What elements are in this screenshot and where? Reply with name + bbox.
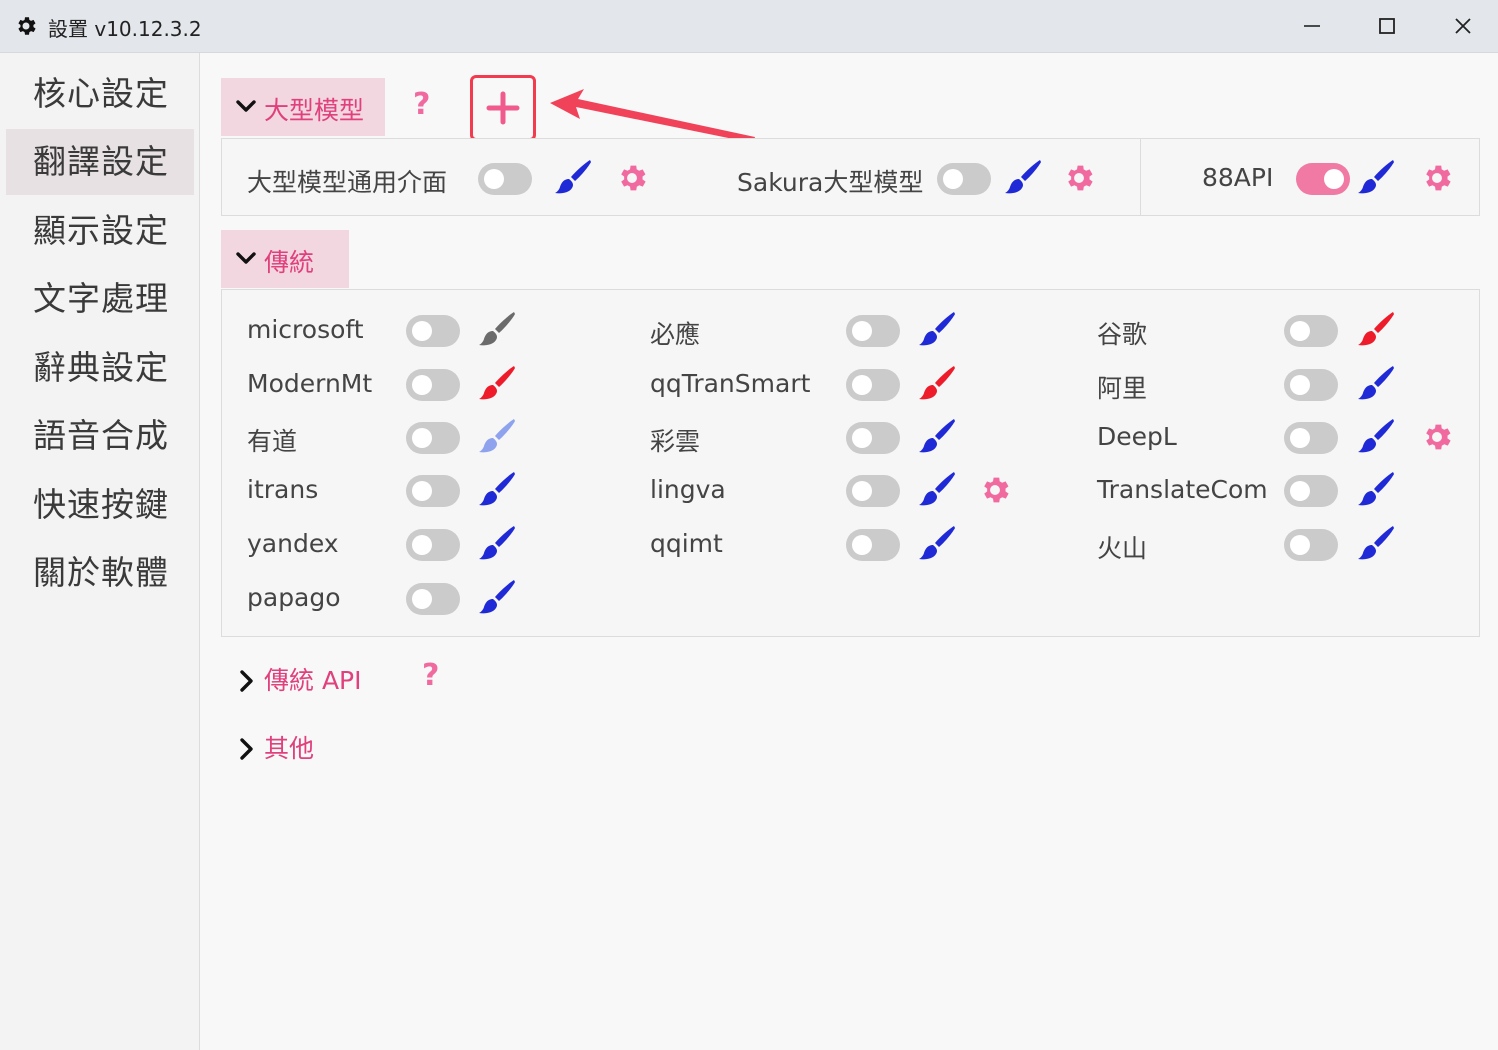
engine-toggle[interactable] [846,315,900,347]
gear-icon[interactable] [1420,420,1454,454]
engine-label: 火山 [1097,534,1148,563]
llm-help-icon[interactable]: ? [413,87,430,122]
brush-icon[interactable] [1357,363,1397,403]
engine-label: papago [247,583,341,612]
llm-toggle-1[interactable] [937,163,991,195]
sidebar-item-about[interactable]: 關於軟體 [6,540,194,606]
chevron-down-icon [236,252,256,264]
engine-toggle[interactable] [846,529,900,561]
llm-label-2: 88API [1202,163,1274,192]
engine-label: lingva [650,475,726,504]
minimize-button[interactable] [1292,8,1332,44]
chevron-right-icon [240,738,253,760]
plus-icon [486,91,520,125]
engine-toggle[interactable] [1284,315,1338,347]
engine-toggle[interactable] [406,583,460,615]
engine-label: ModernMt [247,369,373,398]
engine-label: 谷歌 [1097,320,1148,349]
engine-toggle[interactable] [846,475,900,507]
brush-icon[interactable] [478,416,518,456]
minimize-icon [1304,25,1320,27]
brush-icon[interactable] [918,469,958,509]
engine-toggle[interactable] [846,422,900,454]
maximize-button[interactable] [1367,8,1407,44]
brush-icon[interactable] [478,363,518,403]
panel-divider [1140,139,1141,215]
brush-icon[interactable] [478,523,518,563]
brush-icon[interactable] [1357,309,1397,349]
engine-label: 彩雲 [650,427,701,456]
engine-label: DeepL [1097,422,1177,451]
sidebar-item-text-processing[interactable]: 文字處理 [6,266,194,332]
engine-toggle[interactable] [406,315,460,347]
sidebar-item-hotkeys[interactable]: 快速按鍵 [6,472,194,538]
brush-icon[interactable] [1357,416,1397,456]
traditional-api-help-icon[interactable]: ? [422,658,439,693]
brush-icon[interactable] [1357,469,1397,509]
group-title-llm: 大型模型 [264,96,365,125]
main-content: 大型模型 ? 大型模型通用介面 Sakura大型模型 88API 傳統 micr… [200,53,1498,1050]
sidebar-item-translation[interactable]: 翻譯設定 [6,129,194,195]
brush-icon[interactable] [478,309,518,349]
sidebar-item-display[interactable]: 顯示設定 [6,198,194,264]
engine-toggle[interactable] [406,475,460,507]
brush-icon[interactable] [478,469,518,509]
engine-toggle[interactable] [1284,475,1338,507]
sidebar-item-tts[interactable]: 語音合成 [6,403,194,469]
close-icon [1455,18,1471,34]
close-button[interactable] [1443,8,1483,44]
brush-icon[interactable] [554,157,594,197]
brush-icon[interactable] [478,577,518,617]
engine-toggle[interactable] [406,529,460,561]
gear-icon[interactable] [1420,161,1454,195]
chevron-right-icon [240,670,253,692]
group-header-traditional[interactable]: 傳統 [221,230,349,288]
llm-toggle-2[interactable] [1296,163,1350,195]
brush-icon[interactable] [918,523,958,563]
engine-label: 必應 [650,320,701,349]
brush-icon[interactable] [918,416,958,456]
brush-icon[interactable] [1357,523,1397,563]
llm-label-1: Sakura大型模型 [737,168,924,197]
llm-label-0: 大型模型通用介面 [247,168,448,197]
engine-toggle[interactable] [406,369,460,401]
brush-icon[interactable] [1357,157,1397,197]
settings-sidebar: 核心設定 翻譯設定 顯示設定 文字處理 辭典設定 語音合成 快速按鍵 關於軟體 [0,53,200,1050]
engine-label: TranslateCom [1097,475,1268,504]
gear-icon[interactable] [615,161,649,195]
maximize-icon [1379,18,1395,34]
engine-toggle[interactable] [1284,422,1338,454]
engine-label: itrans [247,475,319,504]
brush-icon[interactable] [918,363,958,403]
sidebar-item-dictionary[interactable]: 辭典設定 [6,335,194,401]
add-llm-button[interactable] [470,75,536,141]
engine-label: qqTranSmart [650,369,811,398]
sidebar-item-core[interactable]: 核心設定 [6,61,194,127]
engine-label: 有道 [247,427,298,456]
group-title-other: 其他 [264,734,315,763]
brush-icon[interactable] [1004,157,1044,197]
chevron-down-icon [236,100,256,112]
llm-toggle-0[interactable] [478,163,532,195]
engine-label: yandex [247,529,339,558]
group-header-llm[interactable]: 大型模型 [221,78,385,136]
group-header-other[interactable]: 其他 [238,729,358,769]
gear-icon[interactable] [1062,161,1096,195]
engine-toggle[interactable] [1284,369,1338,401]
title-bar: 設置 v10.12.3.2 [0,0,1498,53]
engine-label: qqimt [650,529,723,558]
group-title-traditional: 傳統 [264,248,315,277]
group-title-traditional-api: 傳統 API [264,666,362,695]
engine-label: 阿里 [1097,374,1148,403]
engine-toggle[interactable] [846,369,900,401]
gear-icon [18,17,36,35]
engine-label: microsoft [247,315,364,344]
engine-toggle[interactable] [406,422,460,454]
window-title: 設置 v10.12.3.2 [48,17,202,41]
engine-toggle[interactable] [1284,529,1338,561]
gear-icon[interactable] [978,473,1012,507]
brush-icon[interactable] [918,309,958,349]
